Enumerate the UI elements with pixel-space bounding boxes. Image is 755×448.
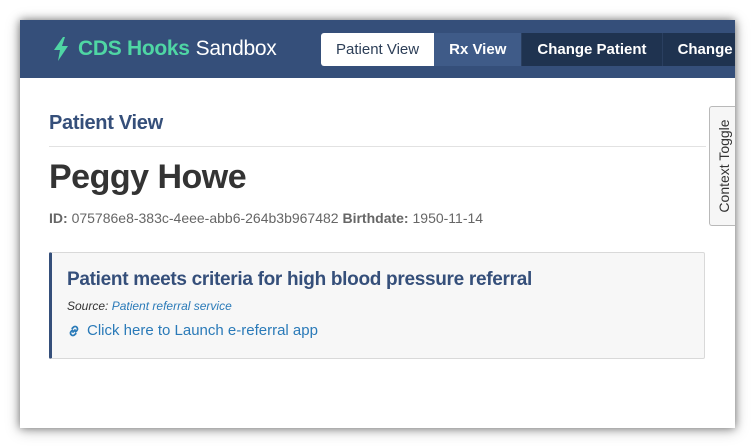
- brand[interactable]: CDS Hooks Sandbox: [53, 35, 277, 63]
- brand-rest-text: Sandbox: [195, 37, 277, 60]
- launch-app-label: Click here to Launch e-referral app: [87, 322, 318, 339]
- card-source-link[interactable]: Patient referral service: [112, 299, 232, 313]
- patient-id-label: ID:: [49, 210, 68, 226]
- app-window: CDS Hooks Sandbox Patient View Rx View C…: [20, 20, 735, 428]
- card-source-label: Source:: [67, 299, 109, 313]
- change-patient-button[interactable]: Change Patient: [522, 33, 663, 66]
- app-header: CDS Hooks Sandbox Patient View Rx View C…: [20, 20, 735, 78]
- bolt-icon: [53, 37, 69, 61]
- change-fhir-button[interactable]: Change FHIR: [662, 33, 735, 66]
- brand-accent-text: CDS Hooks: [78, 37, 190, 60]
- section-divider: [49, 146, 706, 147]
- patient-view-tab[interactable]: Patient View: [321, 33, 435, 66]
- birthdate-value: 1950-11-14: [412, 210, 484, 226]
- section-title: Patient View: [49, 112, 163, 134]
- birthdate-label: Birthdate:: [342, 210, 409, 226]
- link-icon: [67, 324, 81, 338]
- patient-meta: ID: 075786e8-383c-4eee-abb6-264b3b967482…: [49, 210, 483, 226]
- launch-app-link[interactable]: Click here to Launch e-referral app: [67, 322, 318, 339]
- patient-id-value: 075786e8-383c-4eee-abb6-264b3b967482: [71, 210, 339, 226]
- context-toggle-button[interactable]: Context Toggle: [709, 106, 735, 226]
- patient-name: Peggy Howe: [49, 158, 247, 196]
- card-title: Patient meets criteria for high blood pr…: [67, 269, 532, 290]
- main-nav: Patient View Rx View Change Patient Chan…: [321, 33, 735, 66]
- rx-view-tab[interactable]: Rx View: [434, 33, 523, 66]
- context-toggle-label: Context Toggle: [715, 119, 732, 213]
- card-source: Source: Patient referral service: [67, 299, 232, 313]
- referral-card: Patient meets criteria for high blood pr…: [49, 252, 705, 359]
